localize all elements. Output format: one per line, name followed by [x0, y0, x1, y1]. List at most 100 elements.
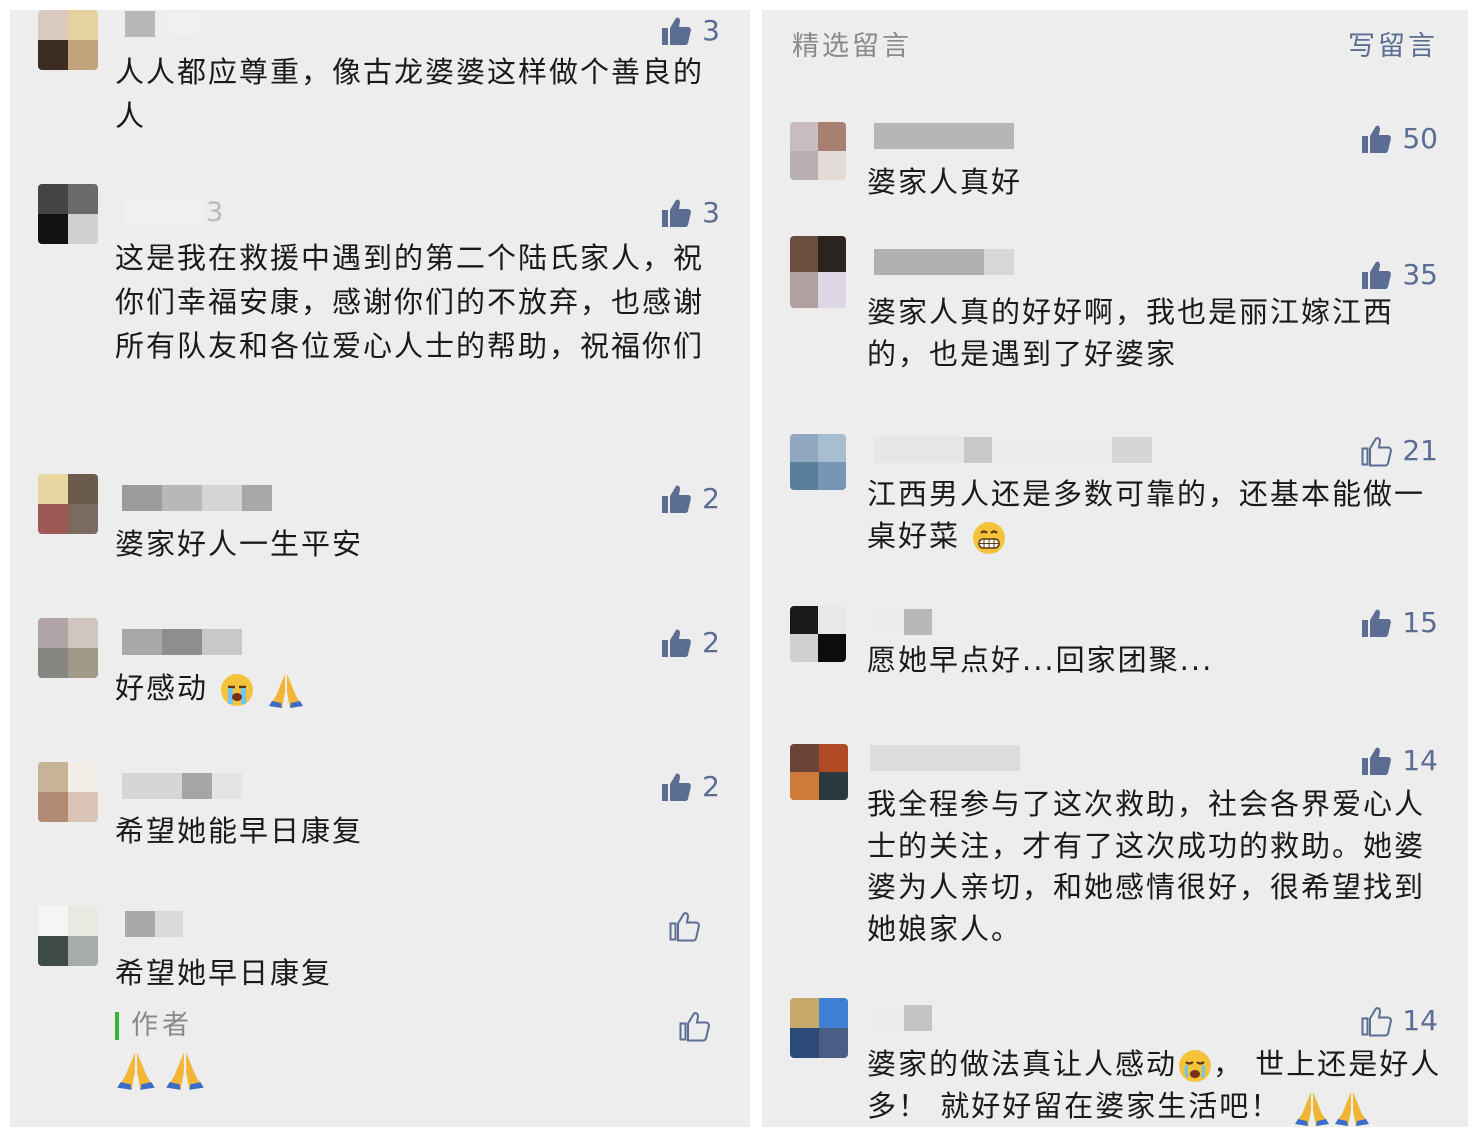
folded-hands-emoji-icon	[166, 1052, 204, 1090]
comment-item: 2 婆家好人一生平安	[10, 474, 750, 584]
comment-item: 15 愿她早点好...回家团聚...	[762, 604, 1468, 704]
like-button[interactable]: 21	[1360, 434, 1438, 467]
author-reply-emoji	[114, 1048, 207, 1092]
nickname	[870, 744, 1020, 772]
comment-item: 2 希望她能早日康复	[10, 762, 750, 872]
thumbs-up-icon	[662, 773, 692, 801]
comment-text: 好感动	[115, 666, 705, 710]
like-count: 3	[702, 196, 720, 229]
comment-item: 2 好感动	[10, 618, 750, 728]
thumbs-up-icon	[662, 629, 692, 657]
thumbs-up-outline-icon	[669, 912, 700, 942]
like-count: 21	[1402, 434, 1438, 467]
loudly-crying-face-emoji-icon	[1179, 1050, 1212, 1082]
like-button[interactable]: 3	[660, 14, 720, 47]
avatar[interactable]	[790, 744, 848, 800]
comment-item: 3 人人都应尊重，像古龙婆婆这样做个善良的人	[10, 10, 750, 170]
like-button[interactable]	[668, 910, 720, 942]
thumbs-up-outline-icon	[1361, 436, 1393, 466]
thumbs-up-icon	[662, 199, 692, 227]
selected-comments-title: 精选留言	[792, 31, 912, 62]
comment-text: 希望她能早日康复	[115, 814, 364, 848]
comment-text: 人人都应尊重，像古龙婆婆这样做个善良的人	[115, 55, 705, 133]
comment-text: 我全程参与了这次救助，社会各界爱心人士的关注，才有了这次成功的救助。她婆婆为人亲…	[867, 787, 1426, 946]
nickname	[874, 122, 1014, 150]
avatar[interactable]	[790, 998, 848, 1058]
comment-text-body: 好感动	[115, 671, 209, 705]
nickname	[874, 1004, 932, 1032]
grinning-face-emoji-icon	[973, 521, 1006, 554]
thumbs-up-icon	[662, 485, 692, 513]
comments-panel-right: 精选留言 写留言 50 婆家人真好 35 婆家人真的好好啊，我也是丽江嫁江西的，…	[762, 10, 1468, 1127]
comment-item: 14 我全程参与了这次救助，社会各界爱心人士的关注，才有了这次成功的救助。她婆婆…	[762, 738, 1468, 968]
comment-text-part-a: 婆家的做法真让人感动	[867, 1047, 1178, 1081]
write-comment-button[interactable]: 写留言	[1348, 24, 1438, 63]
like-count: 15	[1402, 606, 1438, 639]
like-button[interactable]: 3	[660, 196, 720, 229]
comment-text-body: 江西男人还是多数可靠的，还基本能做一桌好菜	[867, 477, 1426, 553]
like-button[interactable]: 2	[660, 626, 720, 659]
author-reply-tag: 作者	[115, 1012, 193, 1040]
like-count: 14	[1402, 1004, 1438, 1037]
comments-panel-left: 3 人人都应尊重，像古龙婆婆这样做个善良的人 3 3 这是我在救援中遇到的第二个…	[10, 10, 750, 1127]
thumbs-up-icon	[1362, 609, 1392, 637]
nickname	[125, 910, 183, 938]
author-reply-like-button[interactable]	[678, 1010, 720, 1042]
like-count: 50	[1402, 122, 1438, 155]
nickname	[874, 248, 1014, 276]
nickname	[122, 628, 242, 656]
comment-text: 婆家的做法真让人感动， 世上还是好人多！ 就好好留在婆家生活吧！	[867, 1044, 1442, 1127]
avatar[interactable]	[38, 10, 98, 70]
nickname	[122, 772, 242, 800]
like-count: 14	[1402, 744, 1438, 777]
comment-text: 愿她早点好...回家团聚...	[867, 643, 1214, 677]
avatar[interactable]	[38, 906, 98, 966]
avatar[interactable]	[790, 236, 846, 308]
like-count: 2	[702, 770, 720, 803]
nickname	[122, 484, 272, 512]
avatar[interactable]	[790, 122, 846, 180]
like-count: 2	[702, 482, 720, 515]
avatar[interactable]	[38, 474, 98, 534]
nickname	[125, 10, 199, 38]
comment-text: 希望她早日康复	[115, 956, 333, 990]
like-count: 3	[702, 14, 720, 47]
thumbs-up-outline-icon	[679, 1012, 710, 1042]
like-button[interactable]: 14	[1360, 1004, 1438, 1037]
thumbs-up-icon	[1362, 125, 1392, 153]
thumbs-up-outline-icon	[1361, 1006, 1393, 1036]
comment-text: 婆家人真好	[867, 165, 1023, 199]
like-button[interactable]: 15	[1360, 606, 1438, 639]
nickname: 3	[122, 197, 223, 228]
like-button[interactable]: 2	[660, 482, 720, 515]
thumbs-up-icon	[1362, 747, 1392, 775]
avatar[interactable]	[38, 618, 98, 678]
comment-item: 14 婆家的做法真让人感动， 世上还是好人多！ 就好好留在婆家生活吧！	[762, 996, 1468, 1127]
avatar[interactable]	[790, 434, 846, 490]
comment-text: 这是我在救援中遇到的第二个陆氏家人，祝你们幸福安康，感谢你们的不放弃，也感谢所有…	[115, 241, 705, 363]
comment-text: 婆家好人一生平安	[115, 527, 364, 561]
comment-item: 21 江西男人还是多数可靠的，还基本能做一桌好菜	[762, 428, 1468, 568]
folded-hands-emoji-icon	[117, 1052, 155, 1090]
thumbs-up-icon	[662, 17, 692, 45]
avatar[interactable]	[38, 184, 98, 244]
like-button[interactable]: 50	[1360, 122, 1438, 155]
comment-item: 希望她早日康复 作者	[10, 906, 750, 1116]
folded-hands-emoji-icon	[269, 674, 304, 708]
avatar[interactable]	[790, 606, 846, 662]
nickname	[874, 608, 932, 636]
like-button[interactable]: 35	[1360, 258, 1438, 291]
like-button[interactable]: 2	[660, 770, 720, 803]
folded-hands-emoji-icon	[1335, 1091, 1370, 1126]
thumbs-up-icon	[1362, 261, 1392, 289]
comment-item: 35 婆家人真的好好啊，我也是丽江嫁江西的，也是遇到了好婆家	[762, 236, 1468, 386]
comment-text: 江西男人还是多数可靠的，还基本能做一桌好菜	[867, 474, 1427, 557]
comment-item: 3 3 这是我在救援中遇到的第二个陆氏家人，祝你们幸福安康，感谢你们的不放弃，也…	[10, 184, 750, 444]
crying-face-emoji-icon	[221, 674, 254, 706]
comment-item: 50 婆家人真好	[762, 120, 1468, 220]
like-count: 35	[1402, 258, 1438, 291]
nickname	[874, 436, 1152, 464]
like-count: 2	[702, 626, 720, 659]
like-button[interactable]: 14	[1360, 744, 1438, 777]
avatar[interactable]	[38, 762, 98, 822]
